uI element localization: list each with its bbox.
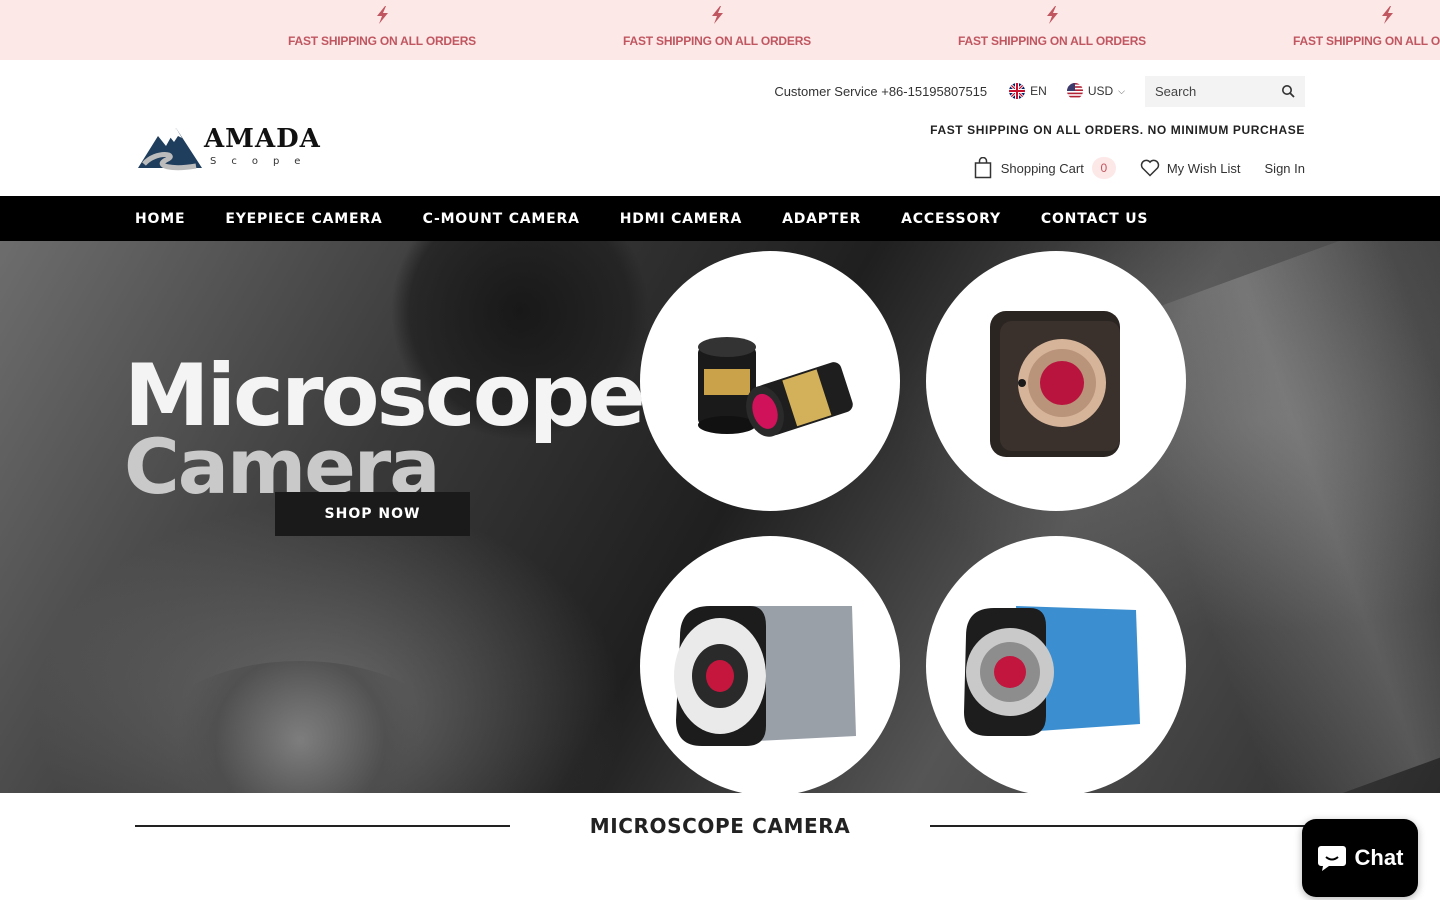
- us-flag-icon: [1066, 83, 1083, 99]
- search-icon[interactable]: [1281, 84, 1295, 98]
- promo-text: FAST SHIPPING ON ALL ORDERS. NO MINIMUM …: [930, 123, 1305, 137]
- section-title: MICROSCOPE CAMERA: [589, 814, 851, 838]
- announcement-item: FAST SHIPPING ON ALL ORDERS: [932, 0, 1172, 60]
- mountain-logo-icon: [138, 128, 202, 171]
- chat-label: Chat: [1354, 845, 1404, 870]
- hero-background-shape: [150, 661, 450, 793]
- language-label: EN: [1030, 84, 1047, 98]
- chevron-down-icon: ⌵: [1118, 85, 1125, 96]
- heart-icon: [1140, 159, 1160, 177]
- hero-banner[interactable]: Microscope Camera SHOP NOW: [0, 241, 1440, 793]
- nav-item-hdmi-camera[interactable]: HDMI CAMERA: [620, 211, 742, 227]
- search-input[interactable]: [1155, 83, 1281, 99]
- language-selector[interactable]: EN: [1009, 83, 1047, 99]
- product-image-c-mount-camera: [926, 251, 1186, 511]
- announcement-item: FAST SHIPPING ON ALL ORDERS: [262, 0, 502, 60]
- nav-item-accessory[interactable]: ACCESSORY: [901, 211, 1001, 227]
- announcement-text: FAST SHIPPING ON ALL ORDERS: [1293, 34, 1440, 48]
- nav-item-c-mount-camera[interactable]: C-MOUNT CAMERA: [423, 211, 580, 227]
- customer-service-text: Customer Service +86-15195807515: [774, 83, 988, 99]
- search-box: [1145, 75, 1305, 107]
- hero-title-line2: Camera: [124, 429, 439, 495]
- nav-item-eyepiece-camera[interactable]: EYEPIECE CAMERA: [225, 211, 382, 227]
- announcement-text: FAST SHIPPING ON ALL ORDERS: [623, 34, 811, 48]
- cart-count-badge: 0: [1091, 157, 1116, 179]
- chat-button[interactable]: Chat: [1302, 819, 1418, 897]
- product-image-hdmi-camera: [640, 536, 900, 793]
- announcement-text: FAST SHIPPING ON ALL ORDERS: [288, 34, 476, 48]
- uk-flag-icon: [1009, 83, 1026, 99]
- lightning-bolt-icon: [1047, 6, 1058, 24]
- product-image-blue-camera: [926, 536, 1186, 793]
- nav-item-contact-us[interactable]: CONTACT US: [1041, 211, 1148, 227]
- nav-item-home[interactable]: HOME: [135, 211, 185, 227]
- lightning-bolt-icon: [377, 6, 388, 24]
- product-image-eyepiece-camera: [640, 251, 900, 511]
- lightning-bolt-icon: [712, 6, 723, 24]
- wishlist-label: My Wish List: [1166, 160, 1241, 176]
- announcement-item: FAST SHIPPING ON ALL ORDERS: [597, 0, 837, 60]
- announcement-bar: FAST SHIPPING ON ALL ORDERS FAST SHIPPIN…: [0, 0, 1440, 60]
- cart-label: Shopping Cart: [1000, 160, 1084, 176]
- shopping-cart-link[interactable]: Shopping Cart 0: [974, 157, 1116, 179]
- main-navigation: HOME EYEPIECE CAMERA C-MOUNT CAMERA HDMI…: [0, 196, 1440, 241]
- logo-wordmark: AMADA: [204, 124, 321, 154]
- sign-in-link[interactable]: Sign In: [1265, 161, 1305, 176]
- shopping-bag-icon: [974, 157, 991, 179]
- currency-label: USD: [1087, 84, 1114, 98]
- currency-selector[interactable]: USD ⌵: [1066, 83, 1125, 99]
- header-actions: Shopping Cart 0 My Wish List Sign In: [974, 156, 1305, 180]
- announcement-item: FAST SHIPPING ON ALL ORDERS: [1267, 0, 1440, 60]
- announcement-text: FAST SHIPPING ON ALL ORDERS: [958, 34, 1146, 48]
- section-heading: MICROSCOPE CAMERA: [135, 810, 1305, 842]
- site-logo[interactable]: AMADA Scope: [136, 120, 328, 174]
- lightning-bolt-icon: [1382, 6, 1393, 24]
- wishlist-link[interactable]: My Wish List: [1140, 159, 1241, 177]
- nav-item-adapter[interactable]: ADAPTER: [782, 211, 861, 227]
- chat-bubble-icon: [1317, 846, 1346, 871]
- shop-now-button[interactable]: SHOP NOW: [275, 492, 470, 536]
- header-utility-row: Customer Service +86-15195807515 EN USD …: [774, 75, 1305, 107]
- site-header: AMADA Scope Customer Service +86-1519580…: [0, 60, 1440, 196]
- hero-title-line1: Microscope: [124, 346, 646, 446]
- logo-subtitle: Scope: [210, 156, 316, 167]
